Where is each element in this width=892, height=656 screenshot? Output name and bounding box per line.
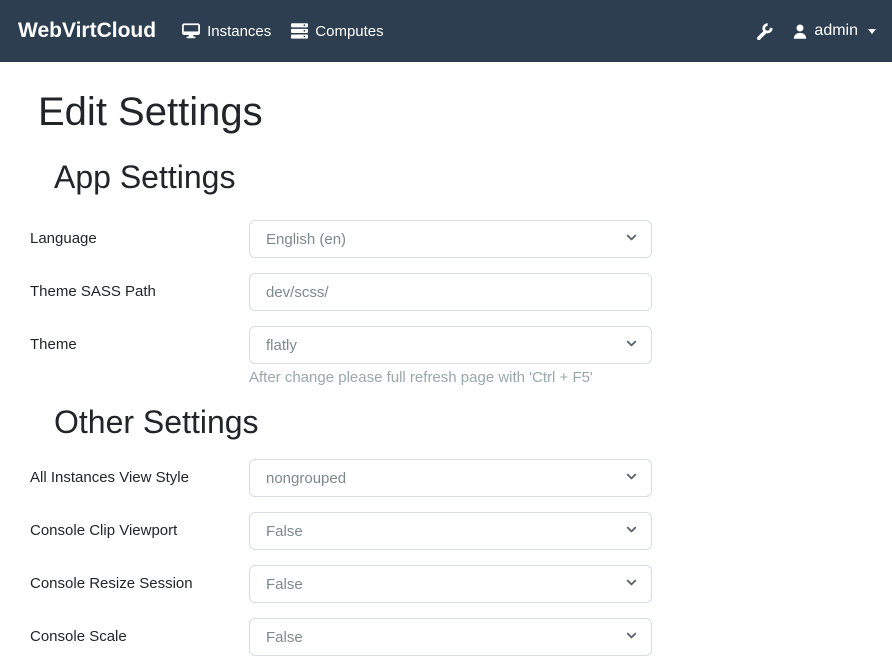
field-label: Console Scale <box>30 618 249 656</box>
settings-link[interactable] <box>756 23 773 40</box>
brand-logo[interactable]: WebVirtCloud <box>18 19 156 43</box>
chevron-down-icon <box>624 522 635 541</box>
console-clip-viewport-select[interactable]: False <box>249 512 652 550</box>
selected-value: False <box>266 629 303 646</box>
nav-item-instances[interactable]: Instances <box>172 17 281 46</box>
nav-item-computes[interactable]: Computes <box>281 17 393 46</box>
chevron-down-icon <box>624 336 635 355</box>
selected-value: False <box>266 576 303 593</box>
field-label: Theme <box>30 326 249 364</box>
user-name: admin <box>814 22 858 40</box>
navbar-right: admin <box>756 22 876 40</box>
form-row-console-clip-viewport: Console Clip Viewport False <box>30 512 862 550</box>
form-row-theme-sass-path: Theme SASS Path <box>30 273 862 311</box>
theme-sass-path-input[interactable] <box>249 273 652 311</box>
all-instances-view-style-select[interactable]: nongrouped <box>249 459 652 497</box>
top-navbar: WebVirtCloud Instances <box>0 0 892 62</box>
language-select[interactable]: English (en) <box>249 220 652 258</box>
theme-help-text: After change please full refresh page wi… <box>249 369 652 387</box>
user-dropdown[interactable]: admin <box>793 22 876 40</box>
selected-value: English (en) <box>266 231 346 248</box>
form-row-all-instances-view-style: All Instances View Style nongrouped <box>30 459 862 497</box>
page-title: Edit Settings <box>38 88 862 136</box>
nav-item-label: Computes <box>315 23 383 40</box>
form-row-console-resize-session: Console Resize Session False <box>30 565 862 603</box>
field-label: Console Resize Session <box>30 565 249 603</box>
chevron-down-icon <box>624 230 635 249</box>
form-row-language: Language English (en) <box>30 220 862 258</box>
console-scale-select[interactable]: False <box>249 618 652 656</box>
chevron-down-icon <box>624 628 635 647</box>
selected-value: flatly <box>266 337 297 354</box>
field-label: Theme SASS Path <box>30 273 249 311</box>
console-resize-session-select[interactable]: False <box>249 565 652 603</box>
form-row-console-scale: Console Scale False <box>30 618 862 656</box>
chevron-down-icon <box>624 575 635 594</box>
theme-select[interactable]: flatly <box>249 326 652 364</box>
selected-value: nongrouped <box>266 470 346 487</box>
caret-down-icon <box>868 29 876 34</box>
nav-item-label: Instances <box>207 23 271 40</box>
selected-value: False <box>266 523 303 540</box>
server-icon <box>291 23 308 39</box>
main-content: Edit Settings App Settings Language Engl… <box>0 88 892 656</box>
chevron-down-icon <box>624 469 635 488</box>
field-label: Language <box>30 220 249 258</box>
wrench-icon <box>756 23 773 40</box>
user-icon <box>793 24 807 39</box>
display-icon <box>182 23 200 39</box>
section-title-other-settings: Other Settings <box>54 403 862 441</box>
main-nav: Instances Computes <box>172 17 394 46</box>
field-label: Console Clip Viewport <box>30 512 249 550</box>
section-title-app-settings: App Settings <box>54 158 862 196</box>
field-label: All Instances View Style <box>30 459 249 497</box>
form-row-theme: Theme flatly After change please full re… <box>30 326 862 387</box>
